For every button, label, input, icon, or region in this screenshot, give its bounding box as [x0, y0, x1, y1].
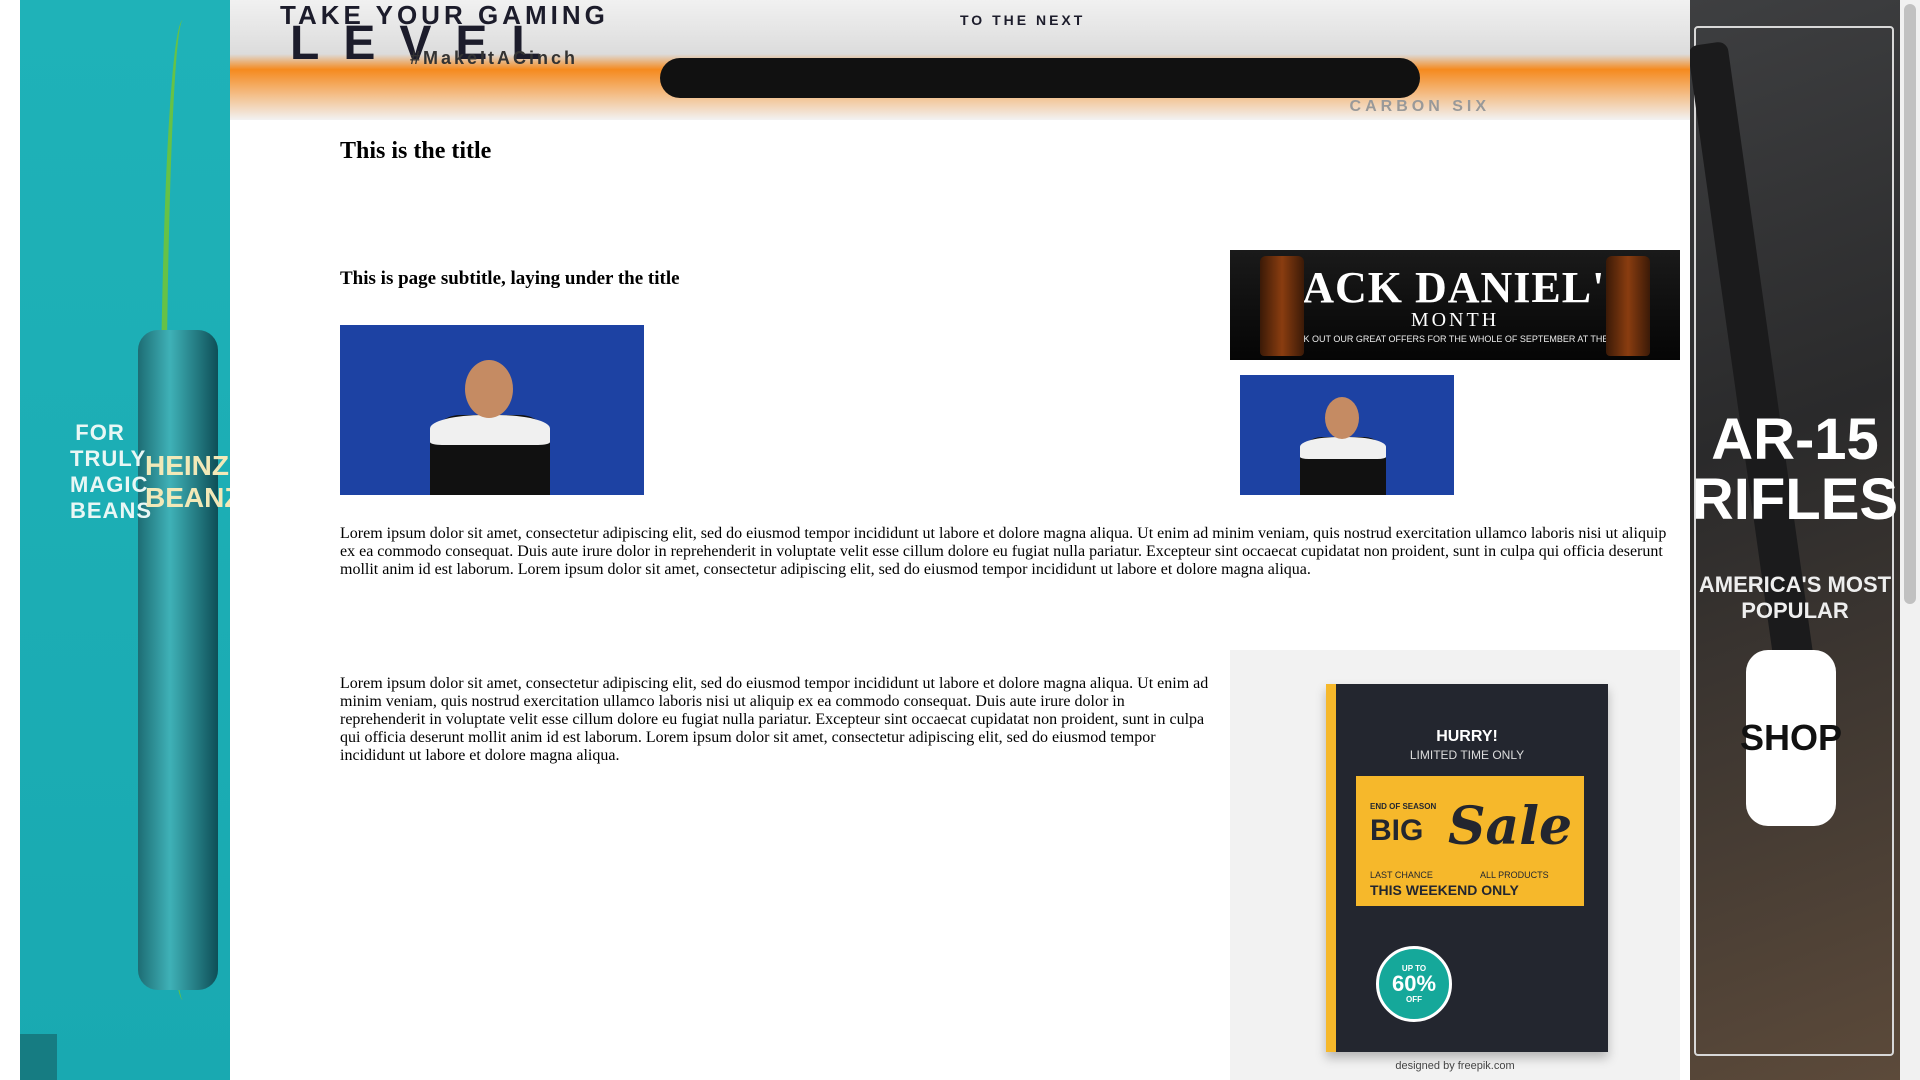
- page-subtitle: This is page subtitle, laying under the …: [340, 268, 680, 289]
- top-ad-hashtag: #MakeItACinch: [410, 48, 579, 68]
- vertical-scrollbar[interactable]: [1900, 0, 1920, 1080]
- sale-hurry-text: HURRY!: [1436, 728, 1498, 745]
- left-skyscraper-ad[interactable]: FOR TRULY MAGIC BEANS HEINZ BEANZ: [20, 0, 230, 1080]
- left-ad-brand: HEINZ BEANZ: [145, 450, 230, 513]
- discount-badge: UP TO 60% OFF: [1376, 946, 1452, 1022]
- sale-script-text: Sale: [1448, 796, 1573, 857]
- top-ad-subtext: CARBON SIX: [1349, 98, 1490, 115]
- sale-last-chance: LAST CHANCE: [1370, 870, 1433, 880]
- tennis-player-image: [340, 325, 644, 495]
- player-shoulders: [430, 415, 550, 445]
- top-ad-small-text: TO THE NEXT: [960, 12, 1086, 28]
- right-skyscraper-ad[interactable]: AR-15 RIFLES AMERICA'S MOST POPULAR SHOP: [1690, 0, 1900, 1080]
- sale-limited-text: LIMITED TIME ONLY: [1409, 748, 1525, 762]
- badge-off: OFF: [1406, 995, 1422, 1004]
- sale-end-of-season: END OF SEASON: [1370, 802, 1437, 811]
- scrollbar-thumb[interactable]: [1904, 4, 1916, 604]
- bean-can-image: [138, 330, 218, 990]
- jd-ad-brand: JACK DANIEL'S: [1279, 262, 1631, 312]
- player-head: [465, 360, 513, 418]
- sale-credit: designed by freepik.com: [1395, 1060, 1515, 1072]
- jd-ad-small-text: CHECK OUT OUR GREAT OFFERS FOR THE WHOLE…: [1278, 333, 1632, 344]
- jd-ad-month: MONTH: [1410, 308, 1500, 331]
- player-head: [1325, 397, 1359, 439]
- left-ad-slogan: FOR TRULY MAGIC BEANS: [70, 420, 153, 523]
- sale-big-text: BIG: [1370, 814, 1424, 847]
- body-paragraph: Lorem ipsum dolor sit amet, consectetur …: [340, 675, 1209, 764]
- top-banner-ad[interactable]: TAKE YOUR GAMING LEVEL TO THE NEXT #Make…: [230, 0, 1690, 120]
- whiskey-bottle-image: [1606, 256, 1650, 356]
- sale-poster: HURRY! LIMITED TIME ONLY END OF SEASON B…: [1326, 684, 1608, 1052]
- body-paragraph: Lorem ipsum dolor sit amet, consectetur …: [340, 525, 1667, 578]
- whiskey-bottle-image: [1260, 256, 1304, 356]
- right-ad-title: AR-15 RIFLES: [1691, 407, 1899, 532]
- shop-button[interactable]: SHOP: [1740, 650, 1842, 826]
- game-controller-image: [660, 58, 1420, 98]
- page-title: This is the title: [340, 138, 492, 164]
- right-ad-subtitle: AMERICA'S MOST POPULAR: [1698, 572, 1892, 623]
- badge-percent: 60%: [1391, 971, 1437, 996]
- sale-weekend-text: THIS WEEKEND ONLY: [1370, 882, 1519, 898]
- sale-all-products: ALL PRODUCTS: [1480, 870, 1549, 880]
- big-sale-ad[interactable]: HURRY! LIMITED TIME ONLY END OF SEASON B…: [1230, 650, 1680, 1080]
- page: FOR TRULY MAGIC BEANS HEINZ BEANZ TAKE Y…: [0, 0, 1920, 1080]
- jack-daniels-ad[interactable]: JACK DANIEL'S MONTH CHECK OUT OUR GREAT …: [1230, 250, 1680, 360]
- left-ad-logo: [20, 1034, 57, 1080]
- player-shoulders: [1300, 437, 1386, 459]
- tennis-player-image-small: [1240, 375, 1454, 495]
